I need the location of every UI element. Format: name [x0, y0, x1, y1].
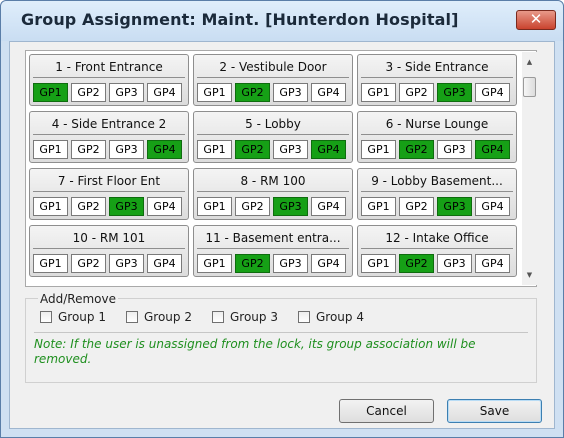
group-toggle-gp1[interactable]: GP1 — [361, 254, 396, 273]
group-toggle-gp1[interactable]: GP1 — [197, 254, 232, 273]
add-remove-legend: Add/Remove — [38, 292, 118, 306]
group-toggle-gp1[interactable]: GP1 — [33, 197, 68, 216]
group-toggle-gp4[interactable]: GP4 — [147, 83, 182, 102]
lock-tile: 6 - Nurse Lounge GP1 GP2 GP3 GP4 — [357, 111, 517, 163]
checkbox-label[interactable]: Group 4 — [316, 310, 364, 324]
lock-tile: 12 - Intake Office GP1 GP2 GP3 GP4 — [357, 225, 517, 277]
lock-name: 1 - Front Entrance — [33, 58, 185, 78]
lock-name: 9 - Lobby Basement... — [361, 172, 513, 192]
lock-tile: 1 - Front Entrance GP1 GP2 GP3 GP4 — [29, 54, 189, 106]
group-toggle-gp2[interactable]: GP2 — [71, 197, 106, 216]
lock-name: 4 - Side Entrance 2 — [33, 115, 185, 135]
group-toggle-gp2[interactable]: GP2 — [235, 197, 270, 216]
group-toggle-gp4[interactable]: GP4 — [475, 254, 510, 273]
group-toggle-gp3[interactable]: GP3 — [109, 197, 144, 216]
group-toggle-gp4[interactable]: GP4 — [311, 254, 346, 273]
group-toggle-gp4[interactable]: GP4 — [147, 140, 182, 159]
lock-tile: 2 - Vestibule Door GP1 GP2 GP3 GP4 — [193, 54, 353, 106]
divider — [34, 332, 528, 333]
group-toggle-gp1[interactable]: GP1 — [33, 254, 68, 273]
group-toggle-gp2[interactable]: GP2 — [235, 83, 270, 102]
group-toggle-gp1[interactable]: GP1 — [197, 140, 232, 159]
group-toggle-gp1[interactable]: GP1 — [361, 140, 396, 159]
lock-tile: 9 - Lobby Basement... GP1 GP2 GP3 GP4 — [357, 168, 517, 220]
group-toggle-gp4[interactable]: GP4 — [311, 197, 346, 216]
group-toggle-gp1[interactable]: GP1 — [197, 83, 232, 102]
group-toggle-gp3[interactable]: GP3 — [109, 254, 144, 273]
checkbox-box[interactable] — [212, 311, 224, 323]
group-toggle-gp3[interactable]: GP3 — [273, 140, 308, 159]
group-toggle-gp2[interactable]: GP2 — [235, 140, 270, 159]
checkbox-label[interactable]: Group 1 — [58, 310, 106, 324]
group-toggle-gp2[interactable]: GP2 — [399, 140, 434, 159]
group-toggle-gp4[interactable]: GP4 — [311, 140, 346, 159]
lock-tile: 5 - Lobby GP1 GP2 GP3 GP4 — [193, 111, 353, 163]
group-toggle-gp1[interactable]: GP1 — [33, 83, 68, 102]
lock-tile: 3 - Side Entrance GP1 GP2 GP3 GP4 — [357, 54, 517, 106]
group-toggle-gp2[interactable]: GP2 — [71, 83, 106, 102]
save-button[interactable]: Save — [447, 399, 542, 423]
scroll-down-icon[interactable]: ▼ — [522, 267, 537, 284]
checkbox-label[interactable]: Group 3 — [230, 310, 278, 324]
group-toggle-gp1[interactable]: GP1 — [361, 197, 396, 216]
cancel-button[interactable]: Cancel — [339, 399, 434, 423]
group-toggle-gp3[interactable]: GP3 — [273, 254, 308, 273]
group-toggle-gp3[interactable]: GP3 — [437, 83, 472, 102]
close-icon: ✕ — [529, 10, 543, 28]
group-toggle-gp4[interactable]: GP4 — [311, 83, 346, 102]
lock-tile: 7 - First Floor Ent GP1 GP2 GP3 GP4 — [29, 168, 189, 220]
group-toggle-gp4[interactable]: GP4 — [475, 140, 510, 159]
group-toggle-gp3[interactable]: GP3 — [437, 140, 472, 159]
group-toggle-gp3[interactable]: GP3 — [437, 254, 472, 273]
lock-name: 5 - Lobby — [197, 115, 349, 135]
dialog-title: Group Assignment: Maint. [Hunterdon Hosp… — [21, 10, 459, 29]
lock-tile: 8 - RM 100 GP1 GP2 GP3 GP4 — [193, 168, 353, 220]
scroll-thumb[interactable] — [523, 77, 536, 97]
lock-name: 11 - Basement entra... — [197, 229, 349, 249]
group-toggle-gp2[interactable]: GP2 — [399, 197, 434, 216]
group-toggle-gp4[interactable]: GP4 — [475, 197, 510, 216]
lock-tile: 11 - Basement entra... GP1 GP2 GP3 GP4 — [193, 225, 353, 277]
group-toggle-gp2[interactable]: GP2 — [71, 140, 106, 159]
group-toggle-gp2[interactable]: GP2 — [399, 254, 434, 273]
lock-name: 12 - Intake Office — [361, 229, 513, 249]
close-button[interactable]: ✕ — [516, 10, 556, 30]
lock-grid: 1 - Front Entrance GP1 GP2 GP3 GP4 2 - Vestib… — [25, 50, 537, 287]
lock-name: 3 - Side Entrance — [361, 58, 513, 78]
group-toggle-gp1[interactable]: GP1 — [361, 83, 396, 102]
lock-tile: 10 - RM 101 GP1 GP2 GP3 GP4 — [29, 225, 189, 277]
add-remove-group: Add/Remove Group 1 Group 2 Group 3 Group… — [25, 292, 537, 383]
group-toggle-gp3[interactable]: GP3 — [109, 140, 144, 159]
group-toggle-gp3[interactable]: GP3 — [273, 83, 308, 102]
group-toggle-gp2[interactable]: GP2 — [399, 83, 434, 102]
scroll-up-icon[interactable]: ▲ — [522, 54, 537, 71]
lock-name: 8 - RM 100 — [197, 172, 349, 192]
group-toggle-gp4[interactable]: GP4 — [147, 254, 182, 273]
group-toggle-gp2[interactable]: GP2 — [235, 254, 270, 273]
group-toggle-gp3[interactable]: GP3 — [273, 197, 308, 216]
dialog-body: 1 - Front Entrance GP1 GP2 GP3 GP4 2 - Vestib… — [9, 41, 555, 429]
lock-name: 7 - First Floor Ent — [33, 172, 185, 192]
checkbox-label[interactable]: Group 2 — [144, 310, 192, 324]
group-toggle-gp2[interactable]: GP2 — [71, 254, 106, 273]
checkbox-box[interactable] — [126, 311, 138, 323]
checkbox-box[interactable] — [40, 311, 52, 323]
lock-name: 10 - RM 101 — [33, 229, 185, 249]
lock-tile: 4 - Side Entrance 2 GP1 GP2 GP3 GP4 — [29, 111, 189, 163]
group-toggle-gp1[interactable]: GP1 — [197, 197, 232, 216]
dialog-window: Group Assignment: Maint. [Hunterdon Hosp… — [0, 0, 564, 438]
unassign-note: Note: If the user is unassigned from the… — [34, 337, 476, 366]
group-toggle-gp3[interactable]: GP3 — [437, 197, 472, 216]
group-toggle-gp1[interactable]: GP1 — [33, 140, 68, 159]
group-toggle-gp3[interactable]: GP3 — [109, 83, 144, 102]
group-toggle-gp4[interactable]: GP4 — [147, 197, 182, 216]
group-toggle-gp4[interactable]: GP4 — [475, 83, 510, 102]
lock-name: 2 - Vestibule Door — [197, 58, 349, 78]
lock-name: 6 - Nurse Lounge — [361, 115, 513, 135]
vertical-scrollbar[interactable]: ▲ ▼ — [522, 52, 537, 285]
title-bar[interactable]: Group Assignment: Maint. [Hunterdon Hosp… — [1, 1, 563, 41]
checkbox-box[interactable] — [298, 311, 310, 323]
